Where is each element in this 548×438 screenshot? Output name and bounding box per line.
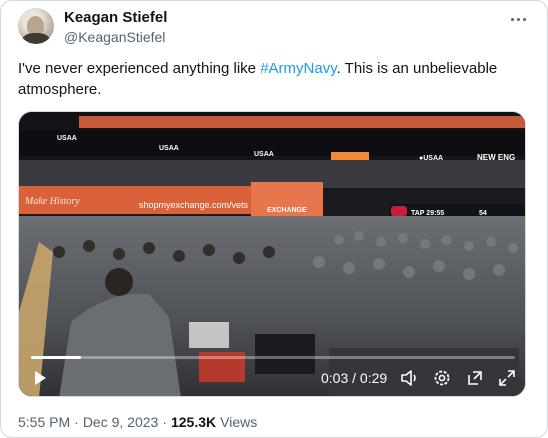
video-time-total: 0:29 [359, 370, 388, 386]
volume-button[interactable] [399, 367, 421, 389]
volume-icon [401, 370, 416, 386]
views-label: Views [220, 414, 258, 430]
video-frame: USAA USAA USAA ●USAA NEW ENG Make Histor… [19, 112, 525, 396]
video-player[interactable]: USAA USAA USAA ●USAA NEW ENG Make Histor… [18, 111, 526, 397]
video-progress-bar[interactable] [31, 356, 515, 359]
author-display-name[interactable]: Keagan Stiefel [64, 9, 167, 26]
sign-exchange-url: shopmyexchange.com/vets [139, 200, 249, 210]
play-button[interactable] [29, 367, 51, 389]
tweet-date[interactable]: Dec 9, 2023 [83, 414, 159, 430]
avatar[interactable] [18, 8, 54, 44]
tweet-text-before: I've never experienced anything like [18, 60, 261, 77]
scoreboard-value: 54 [479, 210, 487, 217]
more-horizontal-icon [510, 17, 514, 21]
sign-exchange: EXCHANGE [267, 207, 307, 214]
fullscreen-icon [499, 370, 515, 386]
more-options-button[interactable] [504, 9, 532, 29]
popout-button[interactable] [464, 367, 486, 389]
sign-usaa-1: USAA [57, 135, 77, 142]
tweet-time[interactable]: 5:55 PM [18, 414, 70, 430]
popout-icon [468, 371, 482, 385]
meta-separator: · [74, 414, 79, 430]
sign-usaa-3: USAA [254, 151, 274, 158]
author-handle[interactable]: @KeaganStiefel [64, 29, 165, 45]
video-time-separator: / [348, 370, 360, 386]
settings-icon [434, 370, 450, 386]
hashtag-link[interactable]: #ArmyNavy [260, 60, 336, 77]
scoreboard-clock: TAP 29:55 [411, 210, 444, 217]
tweet-card: Keagan Stiefel @KeaganStiefel I've never… [0, 0, 548, 438]
sign-usaa-2: USAA [159, 145, 179, 152]
play-icon [35, 371, 46, 385]
tweet-text: I've never experienced anything like #Ar… [18, 58, 528, 100]
video-progress-fill [31, 356, 81, 359]
tweet-meta: 5:55 PM · Dec 9, 2023 · 125.3K Views [18, 414, 257, 430]
video-time-current: 0:03 [321, 370, 349, 386]
settings-button[interactable] [431, 367, 453, 389]
video-time-readout: 0:03 / 0:29 [321, 370, 387, 386]
meta-separator-2: · [162, 414, 167, 430]
views-count: 125.3K [170, 414, 217, 430]
fullscreen-button[interactable] [496, 367, 518, 389]
sign-make-history: Make History [24, 196, 80, 207]
